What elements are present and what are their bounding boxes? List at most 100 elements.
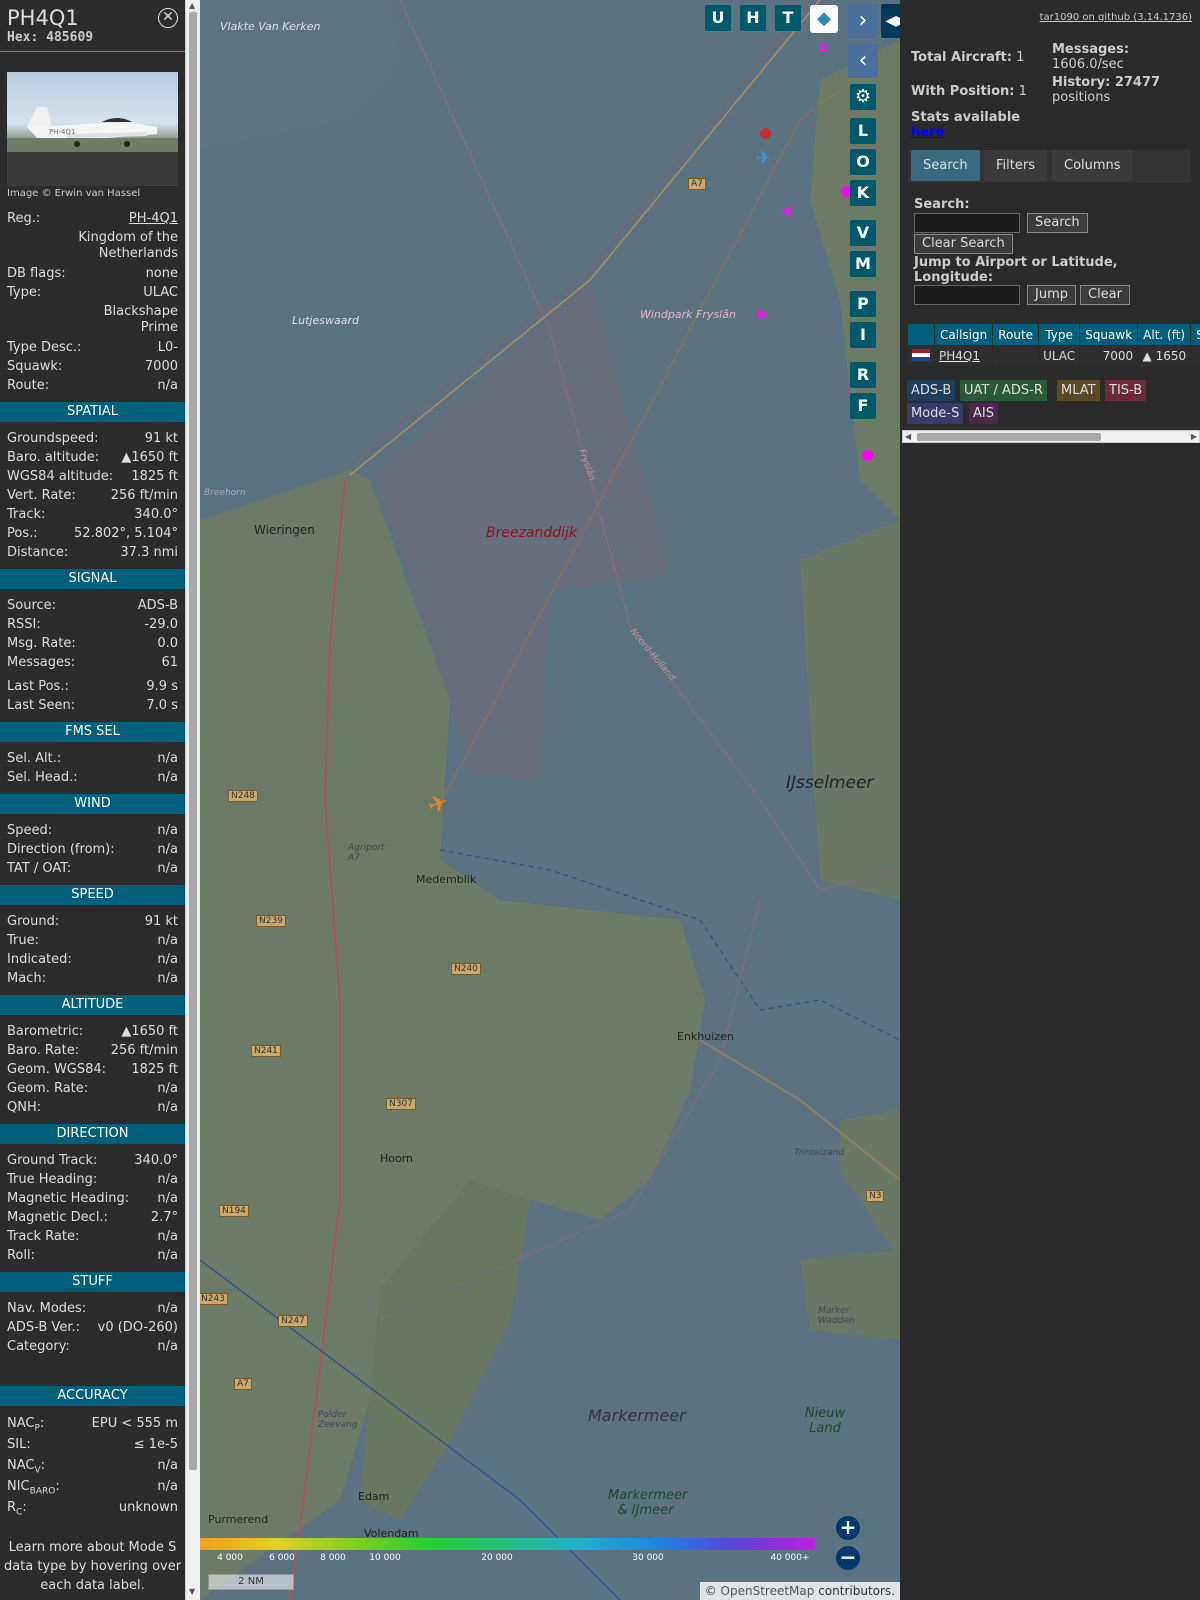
openstreetmap-link[interactable]: OpenStreetMap xyxy=(721,1584,815,1598)
chevron-left-icon[interactable]: ‹ xyxy=(848,44,878,78)
detail-label: Last Seen: xyxy=(7,696,75,715)
info-value[interactable]: PH-4Q1 xyxy=(129,209,178,228)
column-header[interactable]: Route xyxy=(992,323,1040,346)
map-canvas[interactable] xyxy=(200,0,900,1600)
altitude-color-scale xyxy=(200,1538,815,1550)
detail-value: n/a xyxy=(157,770,178,785)
toggle-f-button[interactable]: F xyxy=(850,393,876,419)
toggle-u-button[interactable]: U xyxy=(705,5,731,31)
column-header[interactable]: Type xyxy=(1038,323,1081,346)
column-header[interactable] xyxy=(907,323,935,346)
info-value: L0- xyxy=(157,340,178,355)
messages-label: Messages: xyxy=(1052,42,1130,57)
column-header[interactable]: Squawk xyxy=(1079,323,1139,346)
detail-row: Last Seen: 7.0 s xyxy=(0,696,185,715)
layers-icon[interactable]: ◆ xyxy=(810,5,838,33)
tab-columns[interactable]: Columns xyxy=(1052,150,1133,181)
toggle-h-button[interactable]: H xyxy=(740,5,766,31)
scroll-left-arrow-icon[interactable]: ◀ xyxy=(905,432,911,441)
search-button[interactable]: Search xyxy=(1027,213,1088,233)
expand-horizontal-icon[interactable]: ◀▶ xyxy=(881,4,900,38)
scrollbar-thumb[interactable] xyxy=(189,12,197,1470)
detail-row: Vert. Rate: 256 ft/min xyxy=(0,486,185,505)
toggle-v-button[interactable]: V xyxy=(850,220,876,246)
scroll-up-arrow-icon[interactable]: ▲ xyxy=(189,1,195,10)
aircraft-marker-icon[interactable]: ✈ xyxy=(756,148,771,169)
column-header[interactable]: Spd xyxy=(1190,323,1200,346)
toggle-t-button[interactable]: T xyxy=(775,5,801,31)
detail-label-text: TAT / OAT: xyxy=(7,861,72,876)
tab-search[interactable]: Search xyxy=(911,150,980,181)
close-icon[interactable]: ✕ xyxy=(158,8,178,28)
chevron-right-icon[interactable]: › xyxy=(848,4,878,38)
detail-row: Speed: n/a xyxy=(0,821,185,840)
sidebar-scrollbar[interactable]: ▲ ▼ xyxy=(185,0,200,1600)
mode-s-help-text: Learn more about Mode S data type by hov… xyxy=(3,1540,182,1593)
detail-row: ADS-B Ver.: v0 (DO-260) xyxy=(0,1318,185,1337)
detail-value: 7.0 s xyxy=(146,698,178,713)
toggle-r-button[interactable]: R xyxy=(850,362,876,388)
scroll-right-arrow-icon[interactable]: ▶ xyxy=(1191,432,1197,441)
zoom-in-button[interactable]: + xyxy=(836,1516,860,1540)
zoom-out-button[interactable]: − xyxy=(836,1546,860,1570)
detail-label: True Heading: xyxy=(7,1170,97,1189)
marker-dot-icon[interactable] xyxy=(760,128,771,139)
marker-dot-icon[interactable] xyxy=(862,450,873,461)
toggle-i-button[interactable]: I xyxy=(850,322,876,348)
detail-label-text: Sel. Alt.: xyxy=(7,751,62,766)
detail-label-text: SIL: xyxy=(7,1437,31,1452)
road-shield: N248 xyxy=(228,790,258,802)
clear-search-button[interactable]: Clear Search xyxy=(914,234,1013,254)
info-value: ULAC xyxy=(143,285,178,300)
scroll-down-arrow-icon[interactable]: ▼ xyxy=(189,1587,195,1596)
messages-value: 1606.0/sec xyxy=(1052,57,1124,72)
detail-label: Sel. Head.: xyxy=(7,768,78,787)
jump-input[interactable] xyxy=(914,285,1020,305)
aircraft-basic-info: Reg.: PH-4Q1 Kingdom of the Netherlands DB … xyxy=(0,209,185,395)
detail-value: n/a xyxy=(157,1458,178,1473)
section-header: WIND xyxy=(0,794,185,814)
list-horizontal-scrollbar[interactable]: ◀ ▶ xyxy=(902,430,1200,443)
toggle-k-button[interactable]: K xyxy=(850,180,876,206)
detail-label: Baro. altitude: xyxy=(7,448,99,467)
jump-button[interactable]: Jump xyxy=(1027,285,1076,305)
map-view[interactable]: Vlakte Van Kerken Lutjeswaard Windpark F… xyxy=(200,0,900,1600)
github-link-text[interactable]: tar1090 on github (3.14.1736) xyxy=(1040,12,1192,23)
detail-row: Geom. Rate: n/a xyxy=(0,1079,185,1098)
search-input[interactable] xyxy=(914,213,1020,233)
gear-icon[interactable]: ⚙ xyxy=(850,84,876,110)
toggle-o-button[interactable]: O xyxy=(850,149,876,175)
github-link[interactable]: tar1090 on github (3.14.1736) xyxy=(1040,12,1192,23)
map-label: Hoorn xyxy=(380,1152,414,1165)
toggle-m-button[interactable]: M xyxy=(850,251,876,277)
section-header: ACCURACY xyxy=(0,1386,185,1406)
detail-label-text: Magnetic Heading: xyxy=(7,1191,130,1206)
detail-row: Roll: n/a xyxy=(0,1246,185,1265)
scrollbar-thumb[interactable] xyxy=(917,433,1101,441)
column-header[interactable]: Alt. (ft) xyxy=(1137,323,1192,346)
aircraft-marker-icon[interactable]: ◀ xyxy=(780,203,791,219)
toggle-l-button[interactable]: L xyxy=(850,118,876,144)
info-row: Squawk: 7000 xyxy=(0,357,185,376)
tab-filters[interactable]: Filters xyxy=(984,150,1047,181)
aircraft-marker-icon[interactable]: ⧗ xyxy=(818,40,828,56)
toggle-p-button[interactable]: P xyxy=(850,291,876,317)
column-header[interactable]: Callsign xyxy=(933,323,994,346)
aircraft-photo[interactable]: PH-4Q1 xyxy=(7,72,178,186)
map-label: Vlakte Van Kerken xyxy=(220,20,321,33)
detail-label-text: RSSI: xyxy=(7,617,41,632)
detail-label: Ground: xyxy=(7,912,59,931)
road-shield: N3 xyxy=(866,1190,885,1202)
table-row[interactable]: PH4Q1 ULAC 7000 ▲ 1650 xyxy=(907,345,1200,367)
attribution-suffix: contributors. xyxy=(814,1584,895,1598)
clear-button[interactable]: Clear xyxy=(1080,285,1130,305)
section-header: DIRECTION xyxy=(0,1124,185,1144)
row-callsign[interactable]: PH4Q1 xyxy=(933,345,994,367)
detail-label: Track: xyxy=(7,505,45,524)
detail-label-text: Roll: xyxy=(7,1248,36,1263)
stats-link[interactable]: here xyxy=(911,125,1051,140)
aircraft-marker-icon[interactable]: ▶ xyxy=(758,306,769,322)
map-label: IJsselmeer xyxy=(786,773,874,793)
map-label: Breehorn xyxy=(204,488,246,498)
detail-value: 52.802°, 5.104° xyxy=(74,526,178,541)
